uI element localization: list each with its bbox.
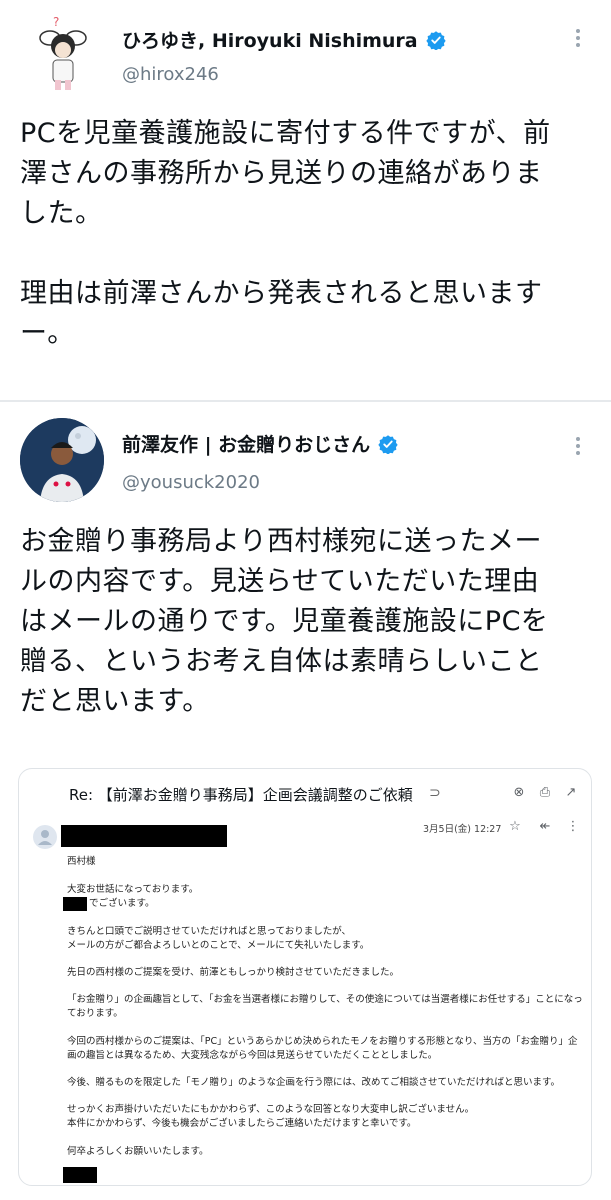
tweet-hiroyuki: ? ひろゆき, Hiroyuki Nishimura @hirox246 PCを…: [0, 0, 611, 400]
verified-badge-icon: [425, 30, 446, 50]
email-subject: Re: 【前澤お金贈り事務局】企画会議調整のご依頼: [69, 786, 413, 804]
star-icon[interactable]: ☆: [507, 819, 523, 835]
email-line: 大変お世話になっております。: [67, 884, 199, 895]
email-line: 今回の西村様からのご提案は、「PC」というあらかじめ決められたモノをお贈りする形…: [67, 1036, 578, 1047]
email-greeting: 西村様: [67, 856, 96, 867]
print-icon[interactable]: ⎙: [537, 785, 553, 801]
avatar-illustration: ?: [39, 15, 87, 90]
email-line: 「お金贈り」の企画趣旨として、「お金を当選者様にお贈りして、その使途については当…: [67, 994, 583, 1005]
svg-text:?: ?: [53, 15, 59, 29]
email-line: 今後、贈るものを限定した「モノ贈り」のような企画を行う際には、改めてご相談させて…: [67, 1077, 561, 1088]
tweet-maezawa: 前澤友作 | お金贈りおじさん @yousuck2020 お金贈り事務局より西村…: [0, 402, 611, 1200]
avatar-hiroyuki[interactable]: ?: [20, 12, 104, 96]
email-line: 何卒よろしくお願いいたします。: [67, 1146, 209, 1157]
email-line: メールの方がご都合よろしいとのことで、メールにて失礼いたします。: [67, 940, 370, 951]
email-line: きちんと口頭でご説明させていただければと思っておりましたが、: [67, 926, 352, 937]
redacted-signature: [63, 1167, 97, 1183]
handle[interactable]: @hirox246: [122, 64, 219, 85]
person-icon: [33, 825, 57, 849]
display-name[interactable]: 前澤友作 | お金贈りおじさん: [122, 430, 398, 457]
avatar-maezawa[interactable]: [20, 418, 104, 502]
email-line: 本件にかかわらず、今後も機会がございましたらご連絡いただけますと幸いです。: [67, 1118, 417, 1129]
more-options-icon[interactable]: [566, 26, 590, 50]
email-date: 3月5日(金) 12:27: [423, 824, 502, 835]
display-name[interactable]: ひろゆき, Hiroyuki Nishimura: [122, 26, 446, 53]
more-options-icon[interactable]: ⋮: [565, 819, 581, 835]
verified-badge-icon: [378, 434, 398, 454]
label-tag-icon: ⊃: [429, 785, 441, 801]
email-line: でございます。: [89, 898, 155, 909]
display-name-text: 前澤友作 | お金贈りおじさん: [122, 434, 371, 456]
avatar-illustration: [20, 418, 104, 502]
display-name-text: ひろゆき, Hiroyuki Nishimura: [122, 30, 418, 52]
tweet-text: PCを児童養護施設に寄付する件ですが、前 澤さんの事務所から見送りの連絡がありま…: [20, 118, 551, 349]
email-line: ております。: [67, 1008, 123, 1019]
more-options-icon[interactable]: [566, 434, 590, 458]
redacted-sender: [61, 825, 227, 847]
email-screenshot[interactable]: Re: 【前澤お金贈り事務局】企画会議調整のご依頼 ⊃ ⊗ ⎙ ↗ 3月5日(金…: [18, 768, 592, 1186]
email-line: せっかくお声掛けいただいたにもかかわらず、このような回答となり大変申し訳ございま…: [67, 1104, 475, 1115]
open-external-icon[interactable]: ↗: [563, 785, 579, 801]
email-line: 画の趣旨とは異なるため、大変残念ながら今回は見送らせていただくこととしました。: [67, 1050, 438, 1061]
reply-all-icon[interactable]: ↞: [537, 819, 553, 835]
tweet-text: お金贈り事務局より西村様宛に送ったメー ルの内容です。見送らせていただいた理由 …: [20, 526, 549, 717]
close-icon[interactable]: ⊗: [511, 785, 527, 801]
email-line: 先日の西村様のご提案を受け、前澤ともしっかり検討させていただきました。: [67, 967, 400, 978]
redacted-name: [63, 897, 87, 911]
handle[interactable]: @yousuck2020: [122, 472, 260, 493]
